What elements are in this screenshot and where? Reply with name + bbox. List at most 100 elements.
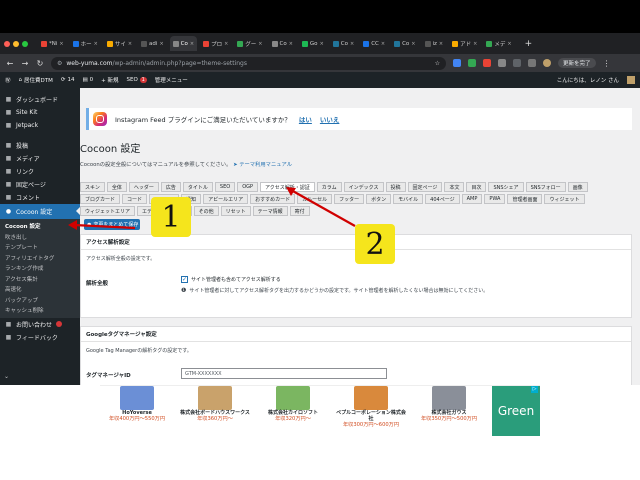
settings-tab[interactable]: テーマ情報 xyxy=(252,206,288,216)
seo-link[interactable]: SEO 1 xyxy=(127,77,147,83)
settings-tab[interactable]: コード xyxy=(122,194,148,204)
browser-tab[interactable]: Co × xyxy=(269,36,296,51)
browser-tab[interactable]: メデ × xyxy=(483,36,514,51)
minimize-window-icon[interactable] xyxy=(13,40,19,47)
settings-tab[interactable]: インデックス xyxy=(343,182,384,192)
ad-item[interactable]: ペプルコーポレーション株式会社 年収300万円〜600万円 xyxy=(334,386,408,436)
browser-tab[interactable]: アド × xyxy=(449,36,480,51)
browser-tab[interactable]: ホー × xyxy=(70,36,101,51)
settings-tab[interactable]: アクセス解析・認証 xyxy=(260,182,315,192)
close-tab-icon[interactable]: × xyxy=(381,41,385,47)
ad-choices-icon[interactable]: ▷ xyxy=(531,386,538,393)
settings-tab[interactable]: 固定ページ xyxy=(407,182,443,192)
back-icon[interactable]: ← xyxy=(6,59,14,68)
manage-menu-link[interactable]: 管理メニュー xyxy=(155,76,188,84)
settings-tab[interactable]: SNSシェア xyxy=(488,182,524,192)
settings-tab[interactable]: 本文 xyxy=(444,182,465,192)
sidebar-item[interactable]: ■ 固定ページ xyxy=(0,178,80,191)
browser-tab[interactable]: adi × xyxy=(138,36,167,51)
close-tab-icon[interactable]: × xyxy=(350,41,354,47)
close-tab-icon[interactable]: × xyxy=(224,41,228,47)
save-all-button[interactable]: ● 変更をまとめて保存 xyxy=(84,219,140,230)
new-content-link[interactable]: + 新規 xyxy=(101,76,118,84)
settings-tab[interactable]: 管理者画面 xyxy=(507,194,543,204)
download-icon[interactable] xyxy=(528,59,536,67)
home-icon[interactable]: ⌂ xyxy=(19,77,23,83)
sidebar-item-cocoon-settings[interactable]: ● Cocoon 設定 xyxy=(0,204,80,219)
sidebar-item[interactable]: ■ ダッシュボード xyxy=(0,93,80,106)
site-info-icon[interactable]: ⚙ xyxy=(57,60,62,67)
comments-icon[interactable]: ▤ xyxy=(82,77,87,83)
browser-tab[interactable]: サイ × xyxy=(104,36,135,51)
close-tab-icon[interactable]: × xyxy=(473,41,477,47)
sidebar-item[interactable]: ■ 投稿 xyxy=(0,139,80,152)
settings-tab[interactable]: SEO xyxy=(214,182,236,192)
ad-item[interactable]: 株式会社カイロソフト 年収320万円〜 xyxy=(256,386,330,436)
address-bar[interactable]: ⚙ web-yuma.com/wp-admin/admin.php?page=t… xyxy=(51,56,446,70)
close-tab-icon[interactable]: × xyxy=(411,41,415,47)
user-avatar[interactable] xyxy=(627,76,635,84)
settings-tab[interactable]: モバイル xyxy=(393,194,424,204)
menu-dots-icon[interactable]: ⋮ xyxy=(603,59,611,68)
extension-icon[interactable] xyxy=(453,59,461,67)
browser-tab[interactable]: Co × xyxy=(391,36,418,51)
submenu-item[interactable]: Cocoon 設定 xyxy=(0,221,80,232)
sidebar-item[interactable]: ■ フィードバック xyxy=(0,331,80,344)
site-name-link[interactable]: 居住費DTM xyxy=(24,76,53,84)
extension-icon[interactable] xyxy=(468,59,476,67)
relaunch-button[interactable]: 更新を完了 xyxy=(558,58,596,68)
green-ad[interactable]: Green xyxy=(492,386,540,436)
greeting[interactable]: こんにちは、レノン さん xyxy=(557,76,619,84)
settings-tab[interactable]: AMP xyxy=(461,194,483,204)
sidebar-item[interactable]: ■ お問い合わせ xyxy=(0,318,80,331)
settings-tab[interactable]: おすすめカード xyxy=(250,194,296,204)
settings-tab[interactable]: 目次 xyxy=(466,182,487,192)
close-tab-icon[interactable]: × xyxy=(94,41,98,47)
ad-item[interactable]: 株式会社ボードハウスワークス 年収360万円〜 xyxy=(178,386,252,436)
extension-icon[interactable] xyxy=(498,59,506,67)
settings-tab[interactable]: SNSフォロー xyxy=(525,182,566,192)
close-window-icon[interactable] xyxy=(4,40,10,47)
comments-count[interactable]: 0 xyxy=(90,77,94,83)
settings-tab[interactable]: アピールエリア xyxy=(203,194,249,204)
close-tab-icon[interactable]: × xyxy=(289,41,293,47)
puzzle-icon[interactable] xyxy=(513,59,521,67)
gtm-id-input[interactable]: GTM-XXXXXXX xyxy=(181,368,387,379)
submenu-item[interactable]: 吹き出し xyxy=(0,232,80,243)
settings-tab[interactable]: ヘッダー xyxy=(128,182,159,192)
admin-tracking-checkbox[interactable]: ✓ xyxy=(181,276,188,283)
close-tab-icon[interactable]: × xyxy=(258,41,262,47)
extension-icon[interactable] xyxy=(483,59,491,67)
settings-tab[interactable]: 全体 xyxy=(106,182,127,192)
settings-tab[interactable]: 画像 xyxy=(567,182,588,192)
submenu-item[interactable]: バックアップ xyxy=(0,295,80,306)
settings-tab[interactable]: ウィジェット xyxy=(544,194,585,204)
browser-tab[interactable]: Co × xyxy=(169,36,198,51)
settings-tab[interactable]: その他 xyxy=(193,206,219,216)
collapse-menu-icon[interactable]: ⌄ xyxy=(4,373,14,382)
browser-tab[interactable]: プロ × xyxy=(200,36,231,51)
new-tab-button[interactable]: + xyxy=(525,39,533,49)
sidebar-item[interactable]: ■ メディア xyxy=(0,152,80,165)
settings-tab[interactable]: フッター xyxy=(334,194,365,204)
submenu-item[interactable]: ランキング作成 xyxy=(0,263,80,274)
browser-tab[interactable]: CC × xyxy=(360,36,388,51)
wordpress-logo-icon[interactable]: Ⓦ xyxy=(5,76,11,84)
reload-icon[interactable]: ↻ xyxy=(36,59,44,68)
close-tab-icon[interactable]: × xyxy=(190,41,194,47)
settings-tab[interactable]: OGP xyxy=(237,182,259,192)
browser-tab[interactable]: *Ni × xyxy=(38,36,67,51)
settings-tab[interactable]: ブログカード xyxy=(80,194,121,204)
bookmark-star-icon[interactable]: ☆ xyxy=(435,60,440,67)
submenu-item[interactable]: テンプレート xyxy=(0,242,80,253)
settings-tab[interactable]: 広告 xyxy=(160,182,181,192)
sidebar-item[interactable]: ■ リンク xyxy=(0,165,80,178)
submenu-item[interactable]: アフィリエイトタグ xyxy=(0,253,80,264)
submenu-item[interactable]: キャッシュ削除 xyxy=(0,305,80,316)
forward-icon[interactable]: → xyxy=(21,59,29,68)
close-tab-icon[interactable]: × xyxy=(128,41,132,47)
settings-tab[interactable]: ボタン xyxy=(366,194,392,204)
submenu-item[interactable]: 高速化 xyxy=(0,284,80,295)
sidebar-item[interactable]: ■ Jetpack xyxy=(0,119,80,132)
close-tab-icon[interactable]: × xyxy=(320,41,324,47)
